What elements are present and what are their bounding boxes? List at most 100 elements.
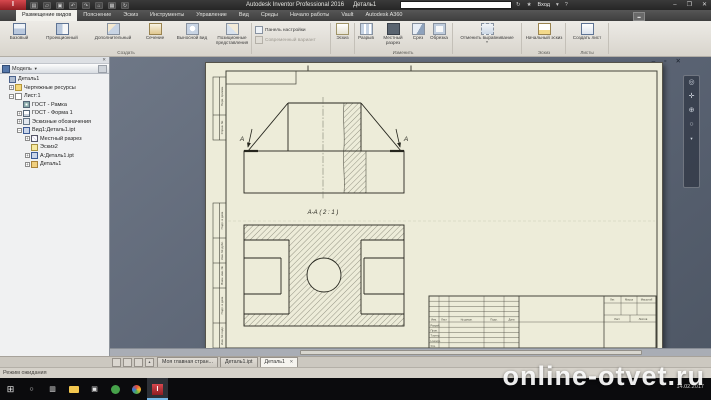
- detail-view-button[interactable]: Выносной вид: [172, 23, 212, 41]
- app-colorful-icon[interactable]: [126, 378, 147, 400]
- print-icon[interactable]: ▦: [108, 2, 116, 9]
- auxiliary-view-button[interactable]: Дополнительный: [88, 23, 138, 41]
- browser-close-icon[interactable]: ✕: [102, 57, 106, 62]
- break-out-button[interactable]: Местный разрез: [378, 23, 408, 46]
- redo-icon[interactable]: ↷: [82, 2, 90, 9]
- expand-plus-icon[interactable]: +: [25, 136, 30, 141]
- projected-view-button[interactable]: Проекционный: [38, 23, 86, 41]
- favorites-icon[interactable]: ★: [527, 2, 532, 8]
- undo-icon[interactable]: ↶: [69, 2, 77, 9]
- tab-sketch[interactable]: Эскиз: [117, 10, 144, 21]
- horizontal-scrollbar[interactable]: [110, 348, 711, 356]
- switch-windows-icon[interactable]: [134, 358, 143, 367]
- sketch-button[interactable]: Эскиз: [333, 23, 352, 41]
- task-view-icon[interactable]: ▥: [42, 378, 63, 400]
- group-label-sheets: Листы: [568, 50, 606, 55]
- expand-plus-icon[interactable]: +: [25, 153, 30, 158]
- doc-close-icon[interactable]: ✕: [676, 57, 681, 66]
- drawing-sheet[interactable]: Перв. примен. Справ. № Подп. и дата Инв.…: [205, 62, 663, 355]
- break-alignment-button[interactable]: Отменить выравнивание ▾: [456, 23, 518, 45]
- tree-item-section-a[interactable]: + A:Деталь1.ipt: [0, 152, 109, 161]
- scrollbar-thumb[interactable]: [300, 350, 642, 355]
- cascade-windows-icon[interactable]: [112, 358, 121, 367]
- arrange-icon[interactable]: ▴: [145, 358, 154, 367]
- search-icon[interactable]: ○: [21, 378, 42, 400]
- base-view-button[interactable]: Базовый: [2, 23, 36, 41]
- new-sheet-button[interactable]: Создать лист: [568, 23, 606, 41]
- tree-item-gost-form1[interactable]: + ГОСТ - Форма 1: [0, 109, 109, 118]
- sign-in-caret-icon[interactable]: ▾: [556, 2, 559, 8]
- tree-item-part-root[interactable]: Деталь1: [0, 75, 109, 84]
- front-view[interactable]: А А: [239, 97, 408, 199]
- home-icon[interactable]: ⌂: [95, 2, 103, 9]
- pan-icon[interactable]: ✛: [689, 93, 695, 101]
- open-icon[interactable]: ▱: [43, 2, 51, 9]
- positional-representations-button[interactable]: Позиционные представления: [214, 23, 250, 46]
- tree-item-breakout[interactable]: + Местный разрез: [0, 135, 109, 144]
- ribbon-display-toggle-icon[interactable]: ▂: [633, 12, 645, 21]
- file-explorer-icon[interactable]: [63, 378, 84, 400]
- tree-item-view1[interactable]: − Вид1:Деталь1.ipt: [0, 126, 109, 135]
- tab-annotate[interactable]: Пояснение: [77, 10, 117, 21]
- title-block[interactable]: Изм. Лист № докум. Подп. Дата Разраб. Пр…: [429, 296, 656, 354]
- tab-place-views[interactable]: Размещение видов: [16, 10, 77, 21]
- orbit-icon[interactable]: ○: [689, 121, 693, 129]
- break-button[interactable]: Разрыв: [356, 23, 376, 41]
- tab-view[interactable]: Вид: [233, 10, 255, 21]
- expand-plus-icon[interactable]: +: [9, 85, 14, 90]
- window-title: Autodesk Inventor Professional 2016Детал…: [246, 0, 376, 10]
- steering-wheel-icon[interactable]: ◎: [688, 79, 694, 87]
- settings-panel-toggle[interactable]: Панель настройки: [255, 26, 306, 34]
- minimize-button[interactable]: –: [673, 0, 676, 10]
- expand-plus-icon[interactable]: +: [17, 111, 22, 116]
- tree-item-drawing-resources[interactable]: + Чертежные ресурсы: [0, 84, 109, 93]
- collapse-minus-icon[interactable]: −: [9, 94, 14, 99]
- close-button[interactable]: ✕: [702, 0, 707, 10]
- tab-drawing-file[interactable]: Деталь1 ✕: [260, 357, 299, 368]
- crop-button[interactable]: Обрезка: [428, 23, 450, 41]
- start-button[interactable]: ⊞: [0, 378, 21, 400]
- slice-button[interactable]: Срез: [410, 23, 426, 41]
- section-view-button[interactable]: Сечение: [140, 23, 170, 41]
- collapse-minus-icon[interactable]: −: [17, 128, 22, 133]
- inventor-taskbar-button[interactable]: I: [147, 378, 168, 400]
- sign-in-button[interactable]: Вход: [538, 2, 550, 8]
- tree-item-gost-border[interactable]: ГОСТ - Рамка: [0, 101, 109, 110]
- doc-restore-icon[interactable]: ▫: [664, 57, 666, 66]
- maximize-button[interactable]: ❐: [687, 0, 692, 10]
- app-green-icon[interactable]: [105, 378, 126, 400]
- tab-a360[interactable]: Autodesk A360: [359, 10, 408, 21]
- tab-home-page[interactable]: Моя главная стран...: [157, 357, 218, 368]
- tree-item-sheet1[interactable]: − Лист:1: [0, 92, 109, 101]
- modern-variant-toggle[interactable]: Современный вариант: [255, 36, 316, 44]
- new-file-icon[interactable]: ▤: [30, 2, 38, 9]
- save-icon[interactable]: ▣: [56, 2, 64, 9]
- view-icon: [23, 127, 30, 134]
- zoom-icon[interactable]: ⊕: [689, 107, 695, 115]
- tab-tools[interactable]: Инструменты: [144, 10, 190, 21]
- sync-icon[interactable]: ↻: [516, 2, 521, 8]
- section-view[interactable]: [244, 225, 404, 326]
- inventor-logo-icon[interactable]: I: [0, 0, 26, 10]
- tree-item-sketch-symbols[interactable]: + Эскизные обозначения: [0, 118, 109, 127]
- tab-manage[interactable]: Управление: [190, 10, 233, 21]
- expand-plus-icon[interactable]: +: [25, 162, 30, 167]
- drawing-canvas[interactable]: – ▫ ✕: [110, 57, 711, 356]
- browser-header[interactable]: Модель ▼: [0, 64, 109, 74]
- start-sketch-button[interactable]: Начальный эскиз: [525, 23, 563, 41]
- tab-part-file[interactable]: Деталь1.ipt: [220, 357, 258, 368]
- tab-vault[interactable]: Vault: [335, 10, 359, 21]
- tab-get-started[interactable]: Начало работы: [284, 10, 335, 21]
- help-search-box[interactable]: [400, 1, 512, 9]
- help-icon[interactable]: ?: [565, 2, 568, 8]
- tree-item-part-child[interactable]: + Деталь1: [0, 160, 109, 169]
- refresh-icon[interactable]: ↻: [121, 2, 129, 9]
- browser-filter-icon[interactable]: [98, 65, 107, 73]
- expand-plus-icon[interactable]: +: [17, 119, 22, 124]
- tab-environments[interactable]: Среды: [255, 10, 284, 21]
- tile-windows-icon[interactable]: [123, 358, 132, 367]
- tab-close-icon[interactable]: ✕: [289, 359, 293, 364]
- navbar-menu-icon[interactable]: ▾: [690, 135, 692, 143]
- tree-item-sketch2[interactable]: Эскиз2: [0, 143, 109, 152]
- store-icon[interactable]: ▣: [84, 378, 105, 400]
